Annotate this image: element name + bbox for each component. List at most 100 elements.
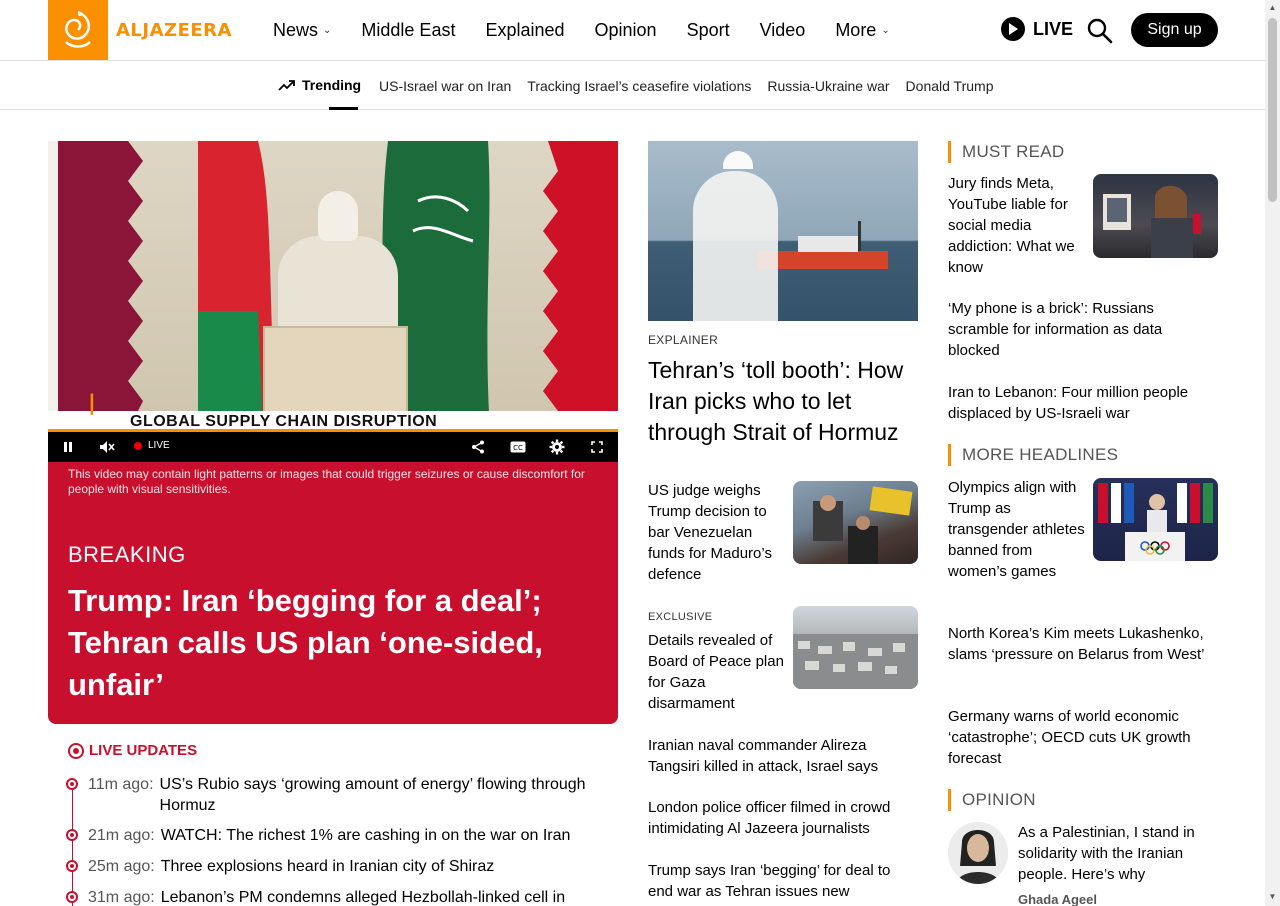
live-update-time: 25m ago: xyxy=(88,858,155,875)
must-read-label: MUST READ xyxy=(962,142,1065,161)
aljazeera-watermark-icon: ا xyxy=(88,390,96,421)
headline-item[interactable]: Germany warns of world economic ‘catastr… xyxy=(948,706,1218,769)
live-update-text[interactable]: US’s Rubio says ‘growing amount of energ… xyxy=(160,774,590,816)
trending-label[interactable]: Trending xyxy=(278,77,361,93)
story-headline[interactable]: Trump says Iran ‘begging’ for deal to en… xyxy=(648,860,918,902)
nav-middle-east[interactable]: Middle East xyxy=(361,20,455,41)
opinion-label: OPINION xyxy=(962,790,1036,809)
live-update-time: 31m ago: xyxy=(88,889,155,906)
live-dot-icon xyxy=(134,441,142,450)
logo-wordmark[interactable]: ALJAZEERA xyxy=(116,20,232,41)
trending-label-text: Trending xyxy=(302,77,362,93)
nav-news[interactable]: News ⌄ xyxy=(273,20,331,41)
live-label: LIVE xyxy=(1033,18,1074,39)
search-icon[interactable] xyxy=(1087,18,1113,44)
scrollbar-thumb[interactable] xyxy=(1268,18,1277,202)
breaking-news-card[interactable]: This video may contain light patterns or… xyxy=(48,462,618,724)
more-headlines-heading: MORE HEADLINES xyxy=(948,444,1118,466)
nav-sport-label: Sport xyxy=(686,19,730,40)
lead-kicker: EXPLAINER xyxy=(648,333,719,347)
author-avatar[interactable] xyxy=(948,822,1008,884)
must-read-heading: MUST READ xyxy=(948,141,1065,163)
story-thumbnail[interactable] xyxy=(793,481,918,564)
headline-item[interactable]: Olympics align with Trump as transgender… xyxy=(948,477,1088,582)
lead-story-image[interactable] xyxy=(648,141,918,321)
live-update-text[interactable]: Lebanon’s PM condemns alleged Hezbollah-… xyxy=(161,887,591,906)
trending-up-icon xyxy=(278,80,295,91)
figure-robe xyxy=(693,171,778,321)
protest-image xyxy=(813,486,913,564)
camp-image xyxy=(793,634,918,689)
settings-gear-icon[interactable] xyxy=(549,439,565,455)
figure-cap xyxy=(723,151,753,169)
trending-link[interactable]: US-Israel war on Iran xyxy=(379,78,511,94)
story-headline[interactable]: Iranian naval commander Alireza Tangsiri… xyxy=(648,735,918,777)
live-update-time: 11m ago: xyxy=(88,776,154,793)
timeline-dot-icon xyxy=(66,860,78,872)
must-read-item[interactable]: Iran to Lebanon: Four million people dis… xyxy=(948,382,1218,424)
nav-more-label: More xyxy=(835,19,877,40)
live-indicator-label: LIVE xyxy=(148,440,170,451)
trending-bar: Trending US-Israel war on Iran Tracking … xyxy=(0,61,1265,110)
story-thumbnail[interactable] xyxy=(1093,478,1218,561)
must-read-item[interactable]: Jury finds Meta, YouTube liable for soci… xyxy=(948,173,1088,278)
opinion-author[interactable]: Ghada Ageel xyxy=(1018,892,1097,906)
trending-link[interactable]: Tracking Israel’s ceasefire violations xyxy=(527,78,751,94)
pause-icon[interactable] xyxy=(60,439,76,455)
flag-image xyxy=(48,141,143,431)
live-update-text[interactable]: WATCH: The richest 1% are cashing in on … xyxy=(161,825,591,846)
live-video-player[interactable]: ا GLOBAL SUPPLY CHAIN DISRUPTION LIVE CC xyxy=(48,141,618,462)
live-update-item[interactable]: 25m ago: Three explosions heard in Irani… xyxy=(66,856,591,877)
nav-more[interactable]: More ⌄ xyxy=(835,20,889,41)
story-thumbnail[interactable] xyxy=(1093,174,1218,258)
breaking-headline[interactable]: Trump: Iran ‘begging for a deal’; Tehran… xyxy=(68,580,588,706)
page-scrollbar[interactable]: ▲ ▼ xyxy=(1265,0,1280,906)
section-accent-bar xyxy=(948,444,951,466)
live-update-item[interactable]: 11m ago: US’s Rubio says ‘growing amount… xyxy=(66,774,590,816)
ship-deck xyxy=(798,236,858,252)
live-updates-heading[interactable]: LIVE UPDATES xyxy=(68,742,197,759)
fullscreen-icon[interactable] xyxy=(589,439,605,455)
live-update-item[interactable]: 31m ago: Lebanon’s PM condemns alleged H… xyxy=(66,887,591,906)
must-read-item[interactable]: ‘My phone is a brick’: Russians scramble… xyxy=(948,298,1218,361)
story-headline[interactable]: US judge weighs Trump decision to bar Ve… xyxy=(648,480,786,585)
exclusive-kicker: EXCLUSIVE xyxy=(648,611,713,623)
story-headline[interactable]: London police officer filmed in crowd in… xyxy=(648,797,918,839)
play-icon xyxy=(1001,17,1025,41)
scroll-down-arrow-icon[interactable]: ▼ xyxy=(1268,892,1277,901)
lead-headline[interactable]: Tehran’s ‘toll booth’: How Iran picks wh… xyxy=(648,355,918,448)
mute-icon[interactable] xyxy=(99,439,115,455)
speaker-head xyxy=(318,191,358,241)
headline-item[interactable]: North Korea’s Kim meets Lukashenko, slam… xyxy=(948,623,1218,665)
trending-link[interactable]: Russia-Ukraine war xyxy=(767,78,889,94)
nav-video[interactable]: Video xyxy=(760,20,806,41)
nav-sport[interactable]: Sport xyxy=(687,20,730,41)
section-accent-bar xyxy=(948,789,951,811)
share-icon[interactable] xyxy=(470,439,486,455)
nav-opinion[interactable]: Opinion xyxy=(595,20,657,41)
scroll-up-arrow-icon[interactable]: ▲ xyxy=(1268,3,1277,12)
opinion-heading: OPINION xyxy=(948,789,1036,811)
story-headline[interactable]: Details revealed of Board of Peace plan … xyxy=(648,630,786,714)
site-header: ALJAZEERA News ⌄ Middle East Explained Op… xyxy=(0,0,1265,61)
nav-opinion-label: Opinion xyxy=(594,19,657,40)
breaking-label: BREAKING xyxy=(68,542,186,567)
aljazeera-logo-icon[interactable] xyxy=(48,0,108,60)
live-update-text[interactable]: Three explosions heard in Iranian city o… xyxy=(161,856,591,877)
story-thumbnail[interactable] xyxy=(793,606,918,689)
chevron-down-icon: ⌄ xyxy=(323,24,332,36)
signup-button[interactable]: Sign up xyxy=(1131,13,1218,47)
live-button[interactable]: LIVE xyxy=(1001,17,1073,41)
ship-mast xyxy=(858,221,861,251)
opinion-headline[interactable]: As a Palestinian, I stand in solidarity … xyxy=(1018,822,1218,885)
author-portrait xyxy=(948,822,1008,884)
nav-video-label: Video xyxy=(759,19,806,40)
nav-explained[interactable]: Explained xyxy=(485,20,564,41)
timeline-dot-icon xyxy=(66,778,78,790)
press-conference-image xyxy=(1103,185,1201,258)
captions-icon[interactable]: CC xyxy=(510,439,526,455)
trending-link[interactable]: Donald Trump xyxy=(906,78,994,94)
live-updates-heading-text: LIVE UPDATES xyxy=(89,742,198,759)
live-update-item[interactable]: 21m ago: WATCH: The richest 1% are cashi… xyxy=(66,825,591,846)
flag-image xyxy=(543,141,618,431)
